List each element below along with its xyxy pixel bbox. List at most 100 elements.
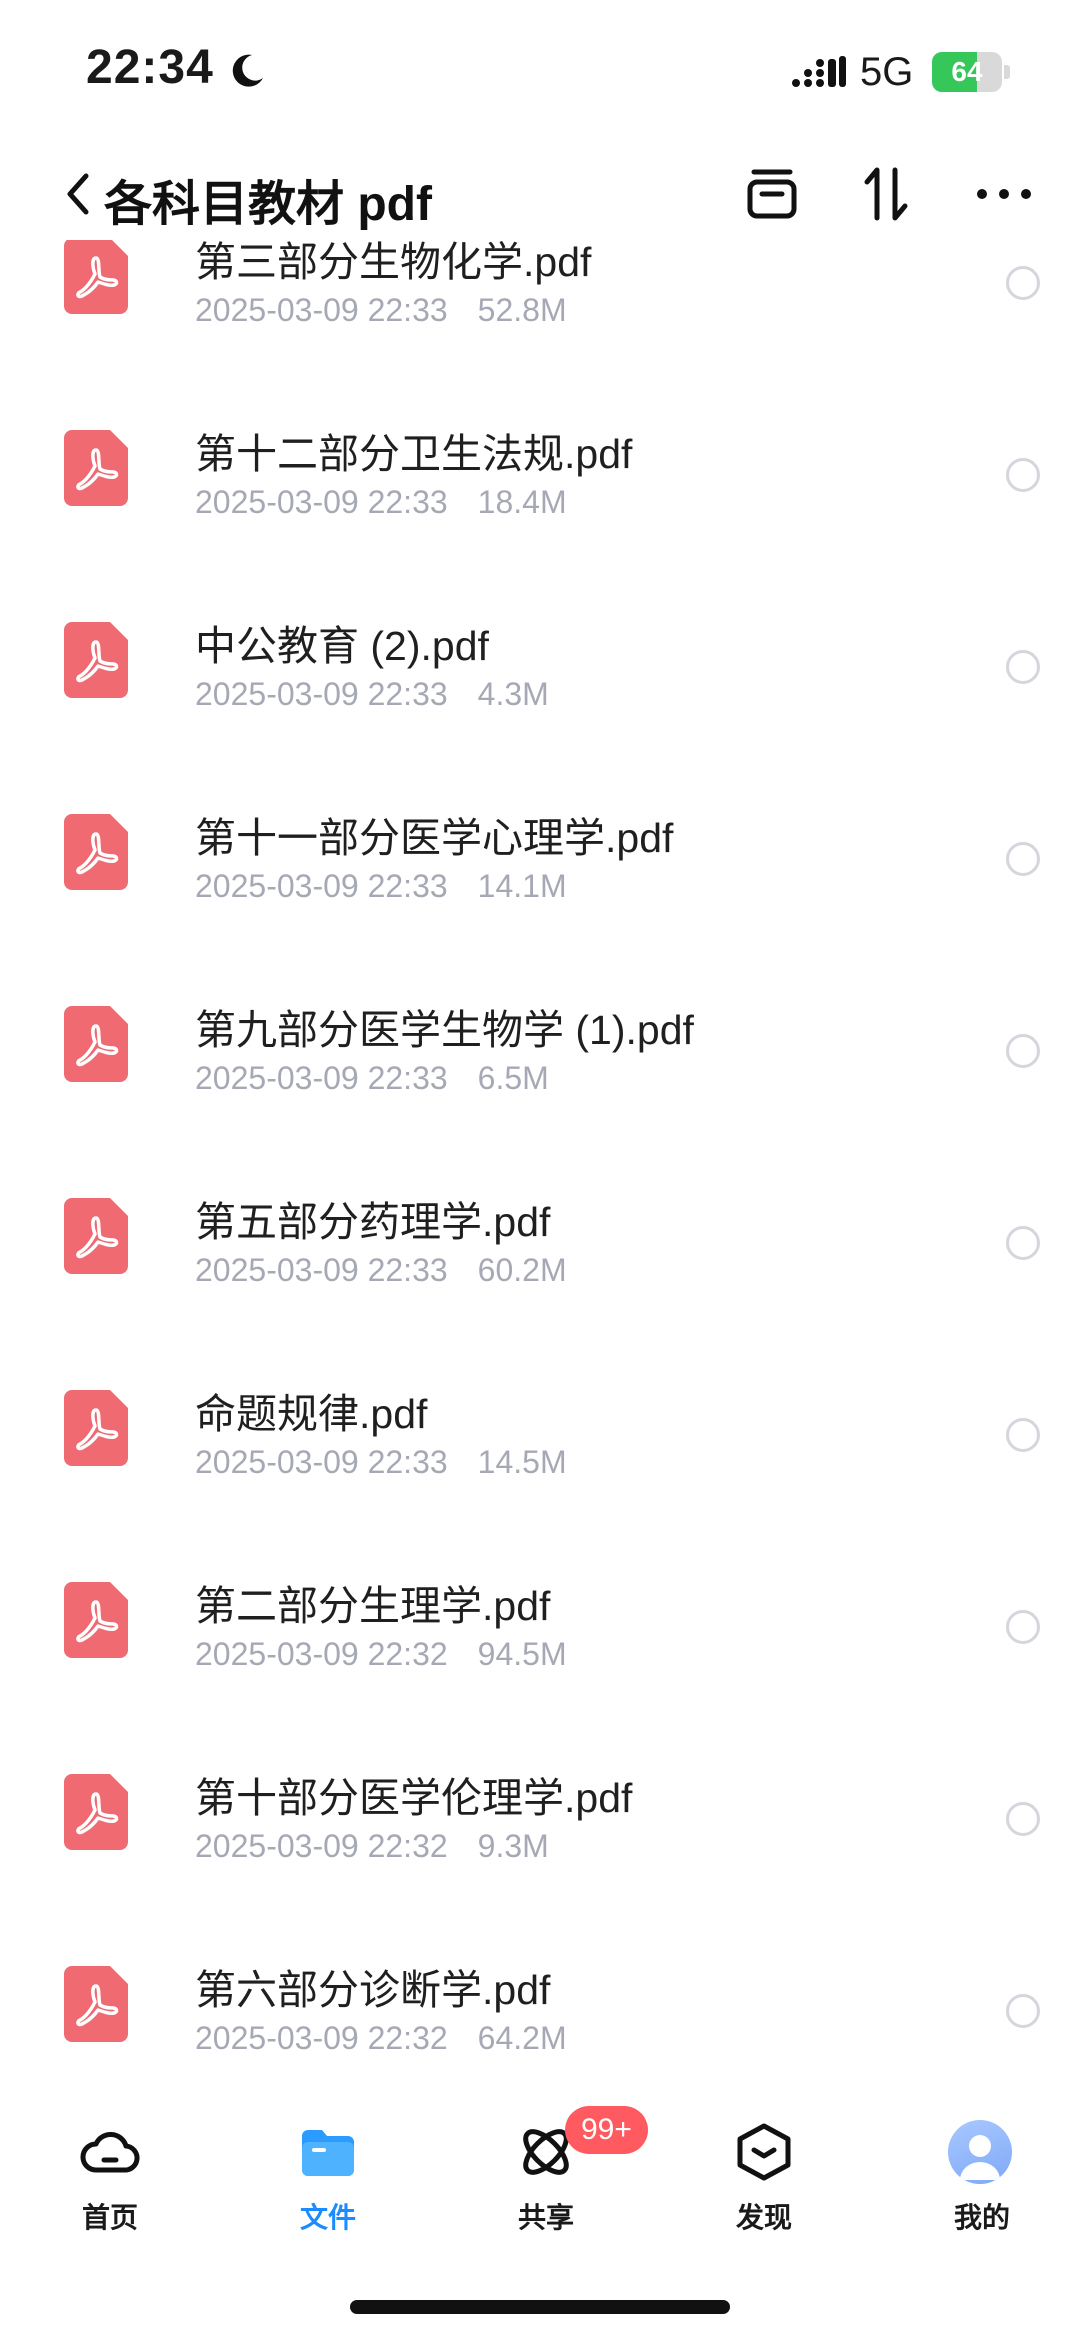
- status-bar: 22:34 5G 64: [0, 0, 1080, 130]
- file-row[interactable]: 第十二部分卫生法规.pdf 2025-03-09 22:33 18.4M: [0, 380, 1080, 572]
- file-size: 4.3M: [477, 676, 549, 712]
- more-icon[interactable]: [972, 162, 1036, 226]
- notification-badge: 99+: [565, 2106, 648, 2154]
- select-checkbox[interactable]: [1006, 650, 1040, 684]
- tab-label: 共享: [517, 2202, 574, 2233]
- file-date: 2025-03-09 22:33: [195, 676, 448, 712]
- select-checkbox[interactable]: [1006, 842, 1040, 876]
- file-date: 2025-03-09 22:32: [195, 1636, 448, 1672]
- select-checkbox[interactable]: [1006, 266, 1040, 300]
- file-name: 第五部分药理学.pdf: [195, 1199, 551, 1245]
- file-name: 第十部分医学伦理学.pdf: [195, 1775, 633, 1821]
- file-size: 14.1M: [477, 868, 567, 904]
- header: 各科目教材 pdf: [0, 150, 1080, 240]
- tab-label: 发现: [735, 2202, 792, 2233]
- page-title: 各科目教材 pdf: [104, 178, 432, 231]
- file-row[interactable]: 命题规律.pdf 2025-03-09 22:33 14.5M: [0, 1340, 1080, 1532]
- file-meta: 2025-03-09 22:33 4.3M: [195, 676, 549, 713]
- archive-icon[interactable]: [740, 162, 804, 226]
- box-icon: [737, 2123, 791, 2181]
- file-row[interactable]: 第十部分医学伦理学.pdf 2025-03-09 22:32 9.3M: [0, 1724, 1080, 1916]
- file-size: 14.5M: [477, 1444, 567, 1480]
- file-name: 第十二部分卫生法规.pdf: [195, 431, 633, 477]
- file-meta: 2025-03-09 22:33 6.5M: [195, 1060, 549, 1097]
- pdf-file-icon: [64, 240, 128, 314]
- file-date: 2025-03-09 22:33: [195, 868, 448, 904]
- tab-label: 文件: [299, 2202, 356, 2233]
- file-size: 52.8M: [477, 292, 567, 328]
- network-type: 5G: [860, 50, 914, 94]
- avatar-icon: [948, 2120, 1012, 2184]
- tab-home[interactable]: 首页: [40, 2120, 180, 2240]
- file-name: 第三部分生物化学.pdf: [195, 240, 592, 285]
- file-meta: 2025-03-09 22:33 52.8M: [195, 292, 567, 329]
- pdf-file-icon: [64, 1582, 128, 1658]
- tab-files[interactable]: 文件: [258, 2120, 398, 2240]
- file-meta: 2025-03-09 22:33 60.2M: [195, 1252, 567, 1289]
- file-size: 64.2M: [477, 2020, 567, 2056]
- select-checkbox[interactable]: [1006, 1226, 1040, 1260]
- select-checkbox[interactable]: [1006, 1034, 1040, 1068]
- pdf-file-icon: [64, 814, 128, 890]
- file-row[interactable]: 第六部分诊断学.pdf 2025-03-09 22:32 64.2M: [0, 1916, 1080, 2070]
- home-indicator[interactable]: [350, 2300, 730, 2314]
- file-row[interactable]: 中公教育 (2).pdf 2025-03-09 22:33 4.3M: [0, 572, 1080, 764]
- file-date: 2025-03-09 22:33: [195, 1252, 448, 1288]
- file-size: 6.5M: [477, 1060, 549, 1096]
- file-date: 2025-03-09 22:32: [195, 1828, 448, 1864]
- pdf-file-icon: [64, 430, 128, 506]
- file-name: 第六部分诊断学.pdf: [195, 1967, 551, 2013]
- status-time: 22:34: [86, 41, 214, 94]
- select-checkbox[interactable]: [1006, 1802, 1040, 1836]
- file-date: 2025-03-09 22:33: [195, 1060, 448, 1096]
- file-meta: 2025-03-09 22:33 14.5M: [195, 1444, 567, 1481]
- file-meta: 2025-03-09 22:33 18.4M: [195, 484, 567, 521]
- pdf-file-icon: [64, 1198, 128, 1274]
- file-size: 18.4M: [477, 484, 567, 520]
- file-meta: 2025-03-09 22:32 64.2M: [195, 2020, 567, 2057]
- signal-icon: [792, 56, 846, 87]
- tab-profile[interactable]: 我的: [912, 2120, 1052, 2240]
- file-row[interactable]: 第二部分生理学.pdf 2025-03-09 22:32 94.5M: [0, 1532, 1080, 1724]
- file-date: 2025-03-09 22:32: [195, 2020, 448, 2056]
- tab-discover[interactable]: 发现: [694, 2120, 834, 2240]
- file-date: 2025-03-09 22:33: [195, 1444, 448, 1480]
- file-size: 9.3M: [477, 1828, 549, 1864]
- tab-bar: 首页 文件 共享 发现 我的: [0, 2080, 1080, 2240]
- file-meta: 2025-03-09 22:32 9.3M: [195, 1828, 549, 1865]
- file-size: 94.5M: [477, 1636, 567, 1672]
- file-size: 60.2M: [477, 1252, 567, 1288]
- pdf-file-icon: [64, 1390, 128, 1466]
- select-checkbox[interactable]: [1006, 458, 1040, 492]
- folder-icon: [302, 2130, 354, 2176]
- select-checkbox[interactable]: [1006, 1994, 1040, 2028]
- battery-icon: 64: [932, 52, 1012, 92]
- back-chevron-icon[interactable]: [60, 168, 96, 220]
- file-name: 中公教育 (2).pdf: [195, 623, 489, 669]
- file-date: 2025-03-09 22:33: [195, 484, 448, 520]
- select-checkbox[interactable]: [1006, 1610, 1040, 1644]
- file-row[interactable]: 第九部分医学生物学 (1).pdf 2025-03-09 22:33 6.5M: [0, 956, 1080, 1148]
- file-name: 第九部分医学生物学 (1).pdf: [195, 1007, 694, 1053]
- pdf-file-icon: [64, 1774, 128, 1850]
- moon-icon: [232, 54, 263, 87]
- sort-icon[interactable]: [855, 162, 919, 226]
- pdf-file-icon: [64, 1966, 128, 2042]
- file-list: 第三部分生物化学.pdf 2025-03-09 22:33 52.8M 第十二部分卫生…: [0, 240, 1080, 2070]
- file-row[interactable]: 第三部分生物化学.pdf 2025-03-09 22:33 52.8M: [0, 240, 1080, 380]
- pdf-file-icon: [64, 1006, 128, 1082]
- file-row[interactable]: 第五部分药理学.pdf 2025-03-09 22:33 60.2M: [0, 1148, 1080, 1340]
- pdf-file-icon: [64, 622, 128, 698]
- select-checkbox[interactable]: [1006, 1418, 1040, 1452]
- battery-level: 64: [951, 56, 983, 87]
- file-meta: 2025-03-09 22:32 94.5M: [195, 1636, 567, 1673]
- tab-label: 首页: [81, 2202, 138, 2233]
- file-meta: 2025-03-09 22:33 14.1M: [195, 868, 567, 905]
- file-date: 2025-03-09 22:33: [195, 292, 448, 328]
- file-row[interactable]: 第十一部分医学心理学.pdf 2025-03-09 22:33 14.1M: [0, 764, 1080, 956]
- cloud-icon: [80, 2132, 140, 2173]
- file-name: 第十一部分医学心理学.pdf: [195, 815, 674, 861]
- tab-label: 我的: [953, 2202, 1010, 2233]
- file-name: 命题规律.pdf: [195, 1391, 428, 1437]
- file-name: 第二部分生理学.pdf: [195, 1583, 551, 1629]
